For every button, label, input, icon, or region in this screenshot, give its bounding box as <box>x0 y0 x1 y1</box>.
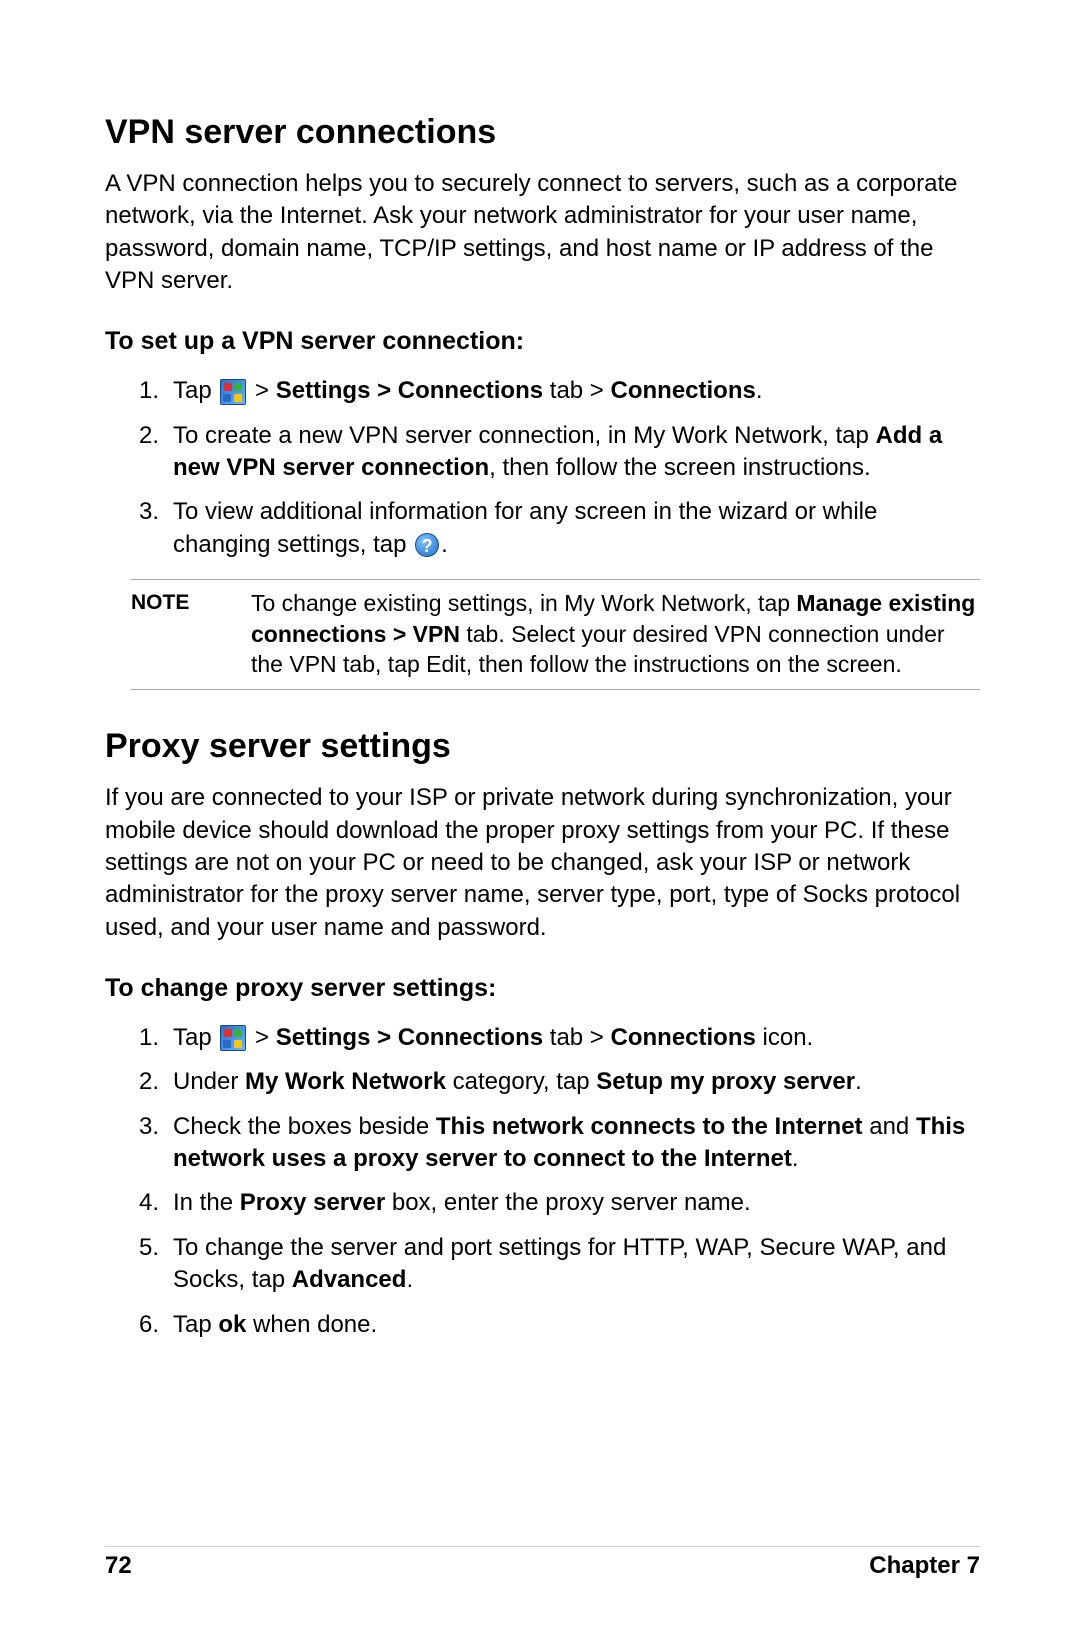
proxy-step-4: 4. In the Proxy server box, enter the pr… <box>173 1187 980 1219</box>
proxy-step-5: 5. To change the server and port setting… <box>173 1232 980 1297</box>
proxy-step-6: 6. Tap ok when done. <box>173 1309 980 1341</box>
vpn-step-3: 3. To view additional information for an… <box>173 496 980 561</box>
proxy-step-1: 1. Tap > Settings > Connections tab > Co… <box>173 1022 980 1054</box>
proxy-step-3: 3. Check the boxes beside This network c… <box>173 1111 980 1176</box>
vpn-subheading: To set up a VPN server connection: <box>105 325 980 359</box>
start-flag-icon <box>220 1025 246 1051</box>
note-label: NOTE <box>131 588 251 679</box>
help-question-icon <box>415 533 439 557</box>
start-flag-icon <box>220 379 246 405</box>
page-number: 72 <box>105 1550 132 1582</box>
footer: 72 Chapter 7 <box>105 1550 980 1582</box>
chapter-label: Chapter 7 <box>869 1550 980 1582</box>
note-block: NOTE To change existing settings, in My … <box>131 579 980 690</box>
vpn-section: VPN server connections A VPN connection … <box>105 110 980 690</box>
vpn-step-2: 2. To create a new VPN server connection… <box>173 420 980 485</box>
vpn-steps: 1. Tap > Settings > Connections tab > Co… <box>105 375 980 561</box>
vpn-heading: VPN server connections <box>105 110 980 156</box>
vpn-step-1: 1. Tap > Settings > Connections tab > Co… <box>173 375 980 407</box>
proxy-section: Proxy server settings If you are connect… <box>105 724 980 1341</box>
footer-separator <box>105 1546 980 1547</box>
proxy-subheading: To change proxy server settings: <box>105 972 980 1006</box>
proxy-intro: If you are connected to your ISP or priv… <box>105 782 980 944</box>
vpn-intro: A VPN connection helps you to securely c… <box>105 168 980 298</box>
proxy-steps: 1. Tap > Settings > Connections tab > Co… <box>105 1022 980 1341</box>
note-text: To change existing settings, in My Work … <box>251 588 980 679</box>
proxy-heading: Proxy server settings <box>105 724 980 770</box>
proxy-step-2: 2. Under My Work Network category, tap S… <box>173 1066 980 1098</box>
